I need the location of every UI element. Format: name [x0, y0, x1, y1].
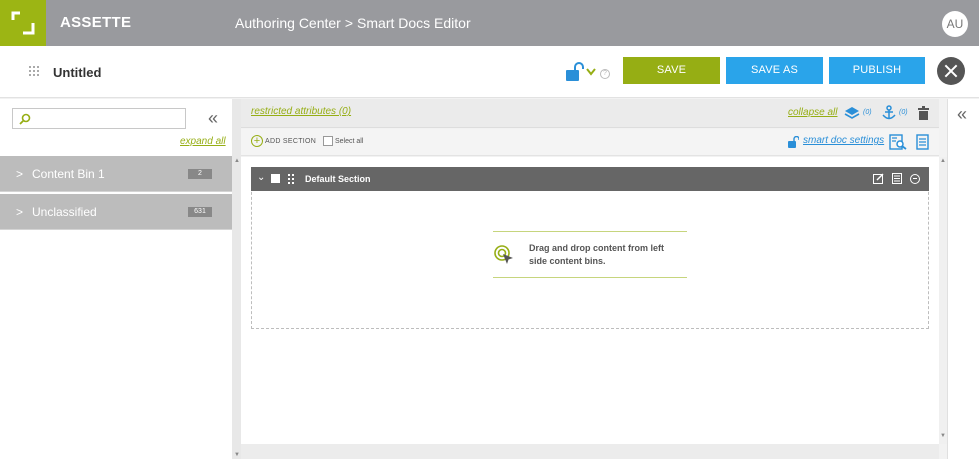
double-chevron-left-icon[interactable]: « [957, 105, 967, 123]
double-chevron-left-icon[interactable]: « [208, 109, 218, 127]
breadcrumb: Authoring Center > Smart Docs Editor [235, 15, 471, 31]
anchor-icon[interactable] [882, 105, 896, 121]
breadcrumb-item-authoring-center[interactable]: Authoring Center [235, 15, 341, 31]
anchors-count: (0) [899, 109, 908, 116]
scroll-up-arrow-icon[interactable]: ▲ [234, 158, 240, 164]
editor-toolbar: restricted attributes (0) collapse all (… [241, 99, 939, 128]
help-icon[interactable]: ? [600, 69, 610, 79]
assette-logo-icon[interactable] [0, 0, 46, 46]
trash-icon[interactable] [918, 106, 929, 120]
lock-open-icon [788, 136, 799, 148]
close-icon[interactable] [937, 57, 965, 85]
scroll-down-arrow-icon[interactable]: ▼ [234, 452, 240, 458]
content-bins-panel: « expand all > Content Bin 1 2 > Unclass… [0, 99, 232, 459]
add-circle-icon[interactable]: + [251, 135, 263, 147]
chevron-right-icon: > [16, 205, 24, 219]
edit-icon[interactable] [873, 173, 884, 184]
layers-count: (0) [863, 109, 872, 116]
layers-icon[interactable] [844, 106, 860, 120]
add-section-button[interactable]: ADD SECTION [265, 138, 316, 145]
brand-name: ASSETTE [60, 14, 132, 31]
scroll-up-arrow-icon[interactable]: ▲ [940, 158, 946, 164]
section-header[interactable]: ⌄ Default Section [251, 167, 929, 191]
right-panel-collapsed: « [947, 99, 979, 459]
publish-button[interactable]: PUBLISH [829, 57, 925, 84]
chevron-down-icon[interactable]: ⌄ [257, 172, 265, 183]
content-bin-item[interactable]: > Unclassified 631 [0, 194, 232, 230]
smart-doc-settings-link[interactable]: smart doc settings [803, 135, 884, 146]
save-button[interactable]: SAVE [623, 57, 720, 84]
search-icon [19, 113, 31, 125]
select-all-checkbox[interactable] [323, 136, 333, 146]
document-icon[interactable] [916, 134, 929, 150]
drag-grip-icon[interactable] [288, 174, 298, 184]
bin-count-badge: 2 [188, 169, 212, 179]
document-icon[interactable] [892, 173, 902, 184]
restricted-attributes-link[interactable]: restricted attributes (0) [251, 106, 351, 117]
chevron-down-icon[interactable] [586, 68, 596, 76]
drag-pointer-icon [494, 245, 513, 264]
drop-hint-text: Drag and drop content from left side con… [529, 243, 664, 266]
editor-footer [241, 444, 939, 459]
drop-zone[interactable]: Drag and drop content from left side con… [493, 231, 687, 278]
section-toolbar: + ADD SECTION Select all smart doc setti… [241, 129, 939, 156]
search-input[interactable] [12, 108, 186, 129]
save-as-button[interactable]: SAVE AS [726, 57, 823, 84]
select-all-label: Select all [335, 138, 364, 145]
bin-label: Unclassified [32, 205, 97, 219]
title-bar: Untitled ? SAVE SAVE AS PUBLISH [0, 46, 979, 98]
remove-section-icon[interactable] [910, 174, 920, 184]
scroll-down-arrow-icon[interactable]: ▼ [940, 433, 946, 439]
collapse-all-link[interactable]: collapse all [788, 107, 837, 118]
chevron-right-icon: > [344, 15, 354, 31]
editor-scrollbar[interactable] [939, 157, 947, 444]
bin-label: Content Bin 1 [32, 167, 105, 181]
preview-icon[interactable] [889, 134, 907, 150]
expand-all-link[interactable]: expand all [180, 136, 226, 147]
drag-grip-icon [29, 66, 39, 76]
bin-count-badge: 631 [188, 207, 212, 217]
panel-splitter[interactable] [232, 99, 241, 459]
section-title: Default Section [305, 174, 371, 184]
top-bar: ASSETTE Authoring Center > Smart Docs Edit… [0, 0, 979, 46]
user-avatar[interactable]: AU [942, 11, 968, 37]
document-title[interactable]: Untitled [53, 65, 101, 80]
section-checkbox[interactable] [271, 174, 280, 183]
chevron-right-icon: > [16, 167, 24, 181]
content-bin-item[interactable]: > Content Bin 1 2 [0, 156, 232, 192]
lock-open-icon[interactable] [565, 62, 587, 82]
breadcrumb-item-smart-docs-editor: Smart Docs Editor [357, 15, 471, 31]
